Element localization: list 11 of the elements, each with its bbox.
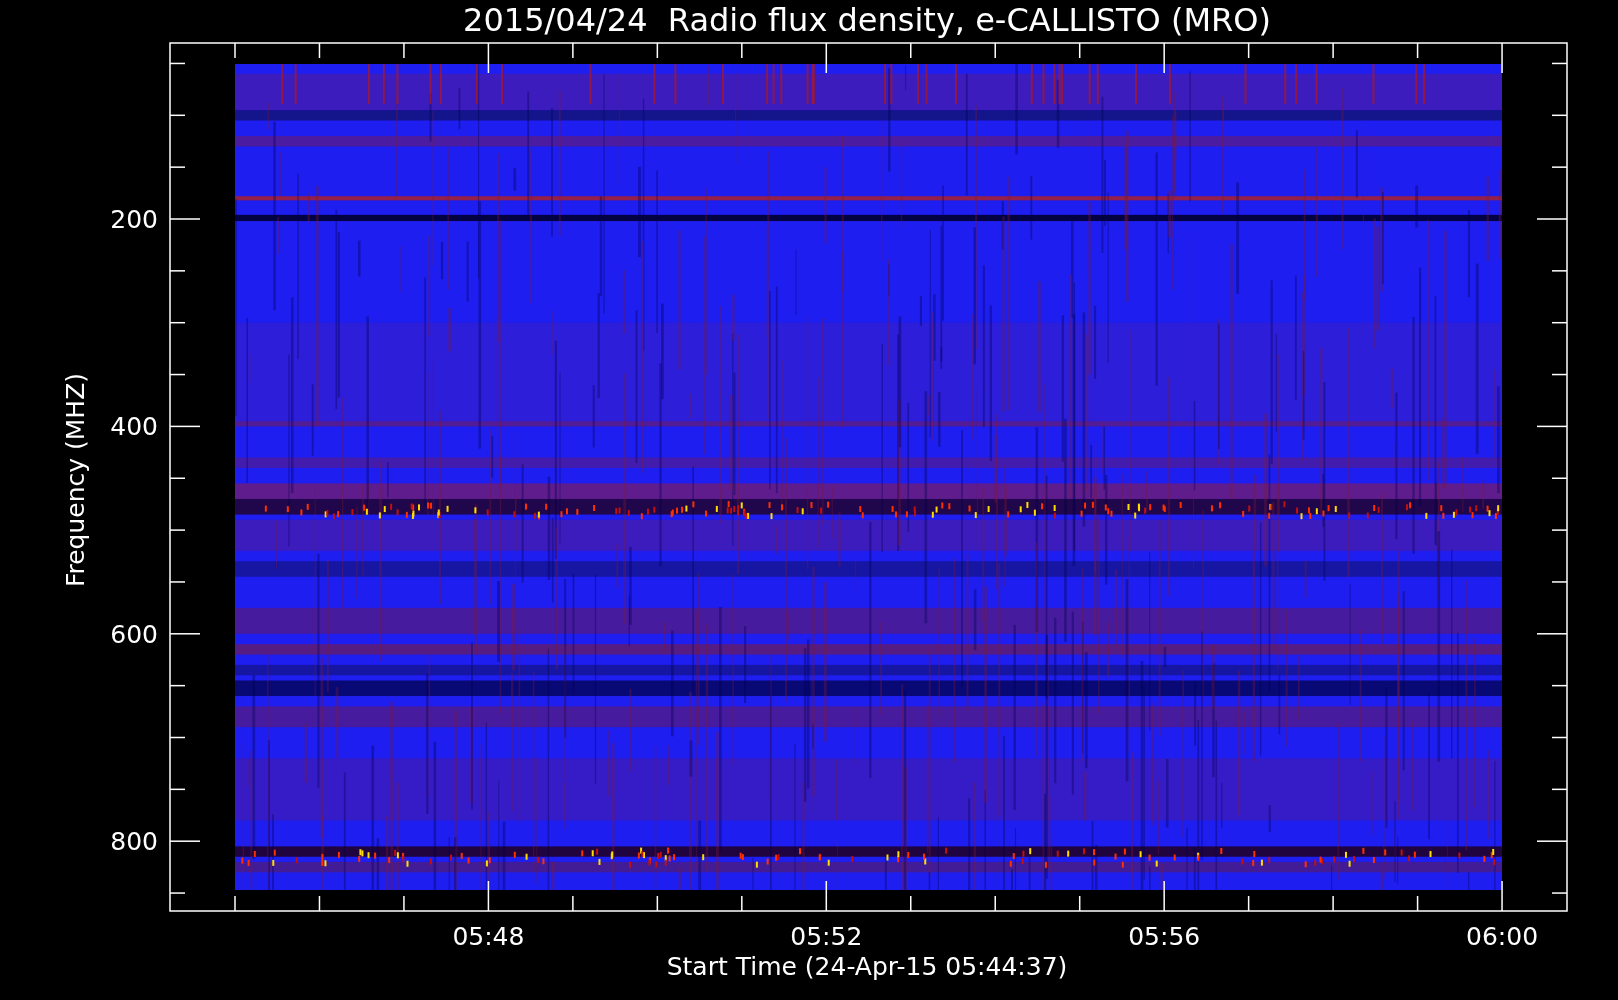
x-tick-label: 05:56: [1128, 922, 1201, 951]
y-tick-label: 400: [110, 412, 158, 442]
plot-title: 2015/04/24 Radio flux density, e-CALLISTO (MRO): [463, 1, 1271, 39]
y-tick-label: 800: [110, 827, 158, 857]
y-tick-label: 600: [110, 619, 158, 649]
x-tick-label: 05:48: [452, 922, 525, 951]
x-tick-label: 06:00: [1466, 922, 1539, 951]
y-axis-title: Frequency (MHZ): [61, 372, 90, 588]
y-tick-label: 200: [110, 205, 158, 234]
x-axis-title: Start Time (24-Apr-15 05:44:37): [666, 952, 1068, 981]
x-tick-label: 05:52: [790, 922, 863, 951]
